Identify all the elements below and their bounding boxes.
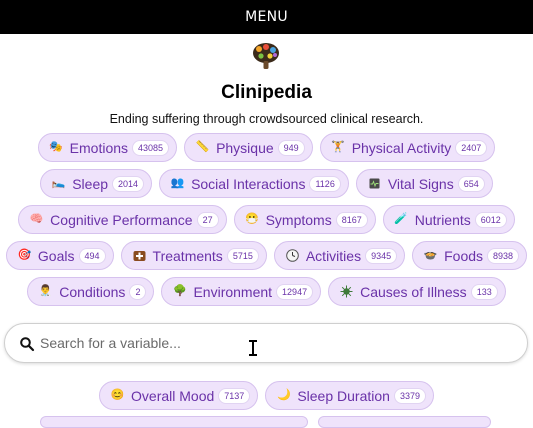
- chip-count-badge: 494: [78, 247, 106, 264]
- brain-logo-icon[interactable]: [251, 42, 281, 70]
- category-chip-environment[interactable]: 🌳 Environment 12947: [161, 277, 322, 306]
- search-icon[interactable]: [19, 336, 35, 352]
- chip-label: Sleep: [72, 175, 109, 192]
- category-row: 🛌 Sleep 2014 👥 Social Interactions 1126 …: [0, 169, 533, 198]
- category-chip-conditions[interactable]: 👨‍⚕️ Conditions 2: [27, 277, 155, 306]
- chip-label: Social Interactions: [191, 175, 306, 192]
- suggestion-row: 😊 Overall Mood 7137 🌙 Sleep Duration 337…: [0, 381, 533, 410]
- suggestion-chip-sleep-duration[interactable]: 🌙 Sleep Duration 3379: [265, 381, 434, 410]
- site-title: Clinipedia: [221, 82, 312, 103]
- chip-count-badge: 133: [470, 283, 498, 300]
- category-row: 🎭 Emotions 43085 📏 Physique 949 🏋 Physic…: [0, 133, 533, 162]
- category-chip-physique[interactable]: 📏 Physique 949: [184, 133, 313, 162]
- ruler-icon: 📏: [195, 141, 210, 153]
- category-row: 👨‍⚕️ Conditions 2 🌳 Environment 12947 Ca…: [0, 277, 533, 306]
- medicine-box-icon: [132, 248, 147, 263]
- suggestion-chip-overall-mood[interactable]: 😊 Overall Mood 7137: [99, 381, 259, 410]
- category-chip-cognitive-performance[interactable]: 🧠 Cognitive Performance 27: [18, 205, 227, 234]
- category-chip-activities[interactable]: Activities 9345: [273, 241, 406, 270]
- flask-icon: 🧪: [394, 213, 409, 225]
- chip-count-badge: 12947: [276, 283, 314, 300]
- menu-button[interactable]: MENU: [245, 9, 288, 25]
- category-chip-goals[interactable]: 🎯 Goals 494: [5, 241, 114, 270]
- chip-label: Activities: [305, 247, 362, 264]
- chip-count-badge: 2: [129, 283, 147, 300]
- chip-label: Goals: [37, 247, 75, 264]
- top-nav-bar: MENU: [0, 0, 533, 34]
- chip-label: Treatments: [152, 247, 223, 264]
- brain-icon: 🧠: [29, 213, 44, 225]
- category-chip-social-interactions[interactable]: 👥 Social Interactions 1126: [159, 169, 349, 198]
- chip-label: Nutrients: [414, 211, 471, 228]
- sick-face-icon: 😷: [245, 213, 259, 225]
- chip-label: Environment: [193, 283, 273, 300]
- category-row: 🎯 Goals 494 Treatments 5715 Activities 9…: [0, 241, 533, 270]
- chip-count-badge: 949: [277, 139, 305, 156]
- weightlifter-icon: 🏋: [331, 141, 346, 153]
- bed-icon: 🛌: [51, 177, 66, 189]
- chip-count-badge: 6012: [474, 211, 507, 228]
- chip-count-badge: 2407: [455, 139, 488, 156]
- chip-label: Vital Signs: [387, 175, 454, 192]
- category-chip-foods[interactable]: 🍲 Foods 8938: [412, 241, 528, 270]
- chip-label: Sleep Duration: [297, 387, 390, 404]
- chip-label: Physical Activity: [351, 139, 452, 156]
- search-input[interactable]: [40, 330, 510, 356]
- tree-icon: 🌳: [173, 285, 187, 297]
- chip-count-badge: 27: [196, 211, 219, 228]
- category-chip-causes-of-illness[interactable]: Causes of Illness 133: [328, 277, 506, 306]
- chip-count-badge: 5715: [226, 247, 259, 264]
- variable-search-box[interactable]: [4, 323, 528, 363]
- chip-count-badge: 8167: [335, 211, 368, 228]
- chip-count-badge: 9345: [365, 247, 398, 264]
- chip-label: Symptoms: [265, 211, 332, 228]
- clock-icon: [285, 248, 300, 263]
- category-chip-vital-signs[interactable]: Vital Signs 654: [355, 169, 493, 198]
- smiley-icon: 😊: [110, 389, 125, 401]
- chip-count-badge: 1126: [309, 175, 341, 192]
- chip-count-badge: 43085: [132, 139, 170, 156]
- category-row: 🧠 Cognitive Performance 27 😷 Symptoms 81…: [0, 205, 533, 234]
- chip-label: Physique: [216, 139, 274, 156]
- chip-label: Emotions: [69, 139, 129, 156]
- category-chip-nutrients[interactable]: 🧪 Nutrients 6012: [382, 205, 515, 234]
- food-icon: 🍲: [423, 249, 438, 261]
- category-chip-treatments[interactable]: Treatments 5715: [120, 241, 267, 270]
- chip-count-badge: 3379: [393, 387, 426, 404]
- target-icon: 🎯: [17, 249, 32, 261]
- chip-label: Overall Mood: [131, 387, 215, 404]
- site-tagline: Ending suffering through crowdsourced cl…: [109, 112, 424, 126]
- moon-icon: 🌙: [276, 389, 291, 401]
- category-chip-physical-activity[interactable]: 🏋 Physical Activity 2407: [319, 133, 496, 162]
- monitor-icon: [367, 176, 382, 191]
- chip-label: Causes of Illness: [360, 283, 467, 300]
- suggestion-chip-partial[interactable]: [318, 416, 491, 428]
- chip-count-badge: 2014: [112, 175, 145, 192]
- category-chip-emotions[interactable]: 🎭 Emotions 43085: [37, 133, 178, 162]
- chip-count-badge: 8938: [487, 247, 520, 264]
- chip-label: Cognitive Performance: [50, 211, 193, 228]
- chip-count-badge: 7137: [218, 387, 251, 404]
- category-chip-symptoms[interactable]: 😷 Symptoms 8167: [233, 205, 376, 234]
- virus-icon: [339, 284, 354, 299]
- text-cursor-icon: [249, 340, 257, 356]
- people-icon: 👥: [170, 177, 185, 189]
- category-chip-sleep[interactable]: 🛌 Sleep 2014: [40, 169, 153, 198]
- doctor-icon: 👨‍⚕️: [38, 285, 53, 297]
- theater-masks-icon: 🎭: [49, 141, 64, 153]
- chip-label: Conditions: [59, 283, 126, 300]
- chip-count-badge: 654: [457, 175, 485, 192]
- chip-label: Foods: [444, 247, 484, 264]
- suggestion-chip-partial[interactable]: [40, 416, 308, 428]
